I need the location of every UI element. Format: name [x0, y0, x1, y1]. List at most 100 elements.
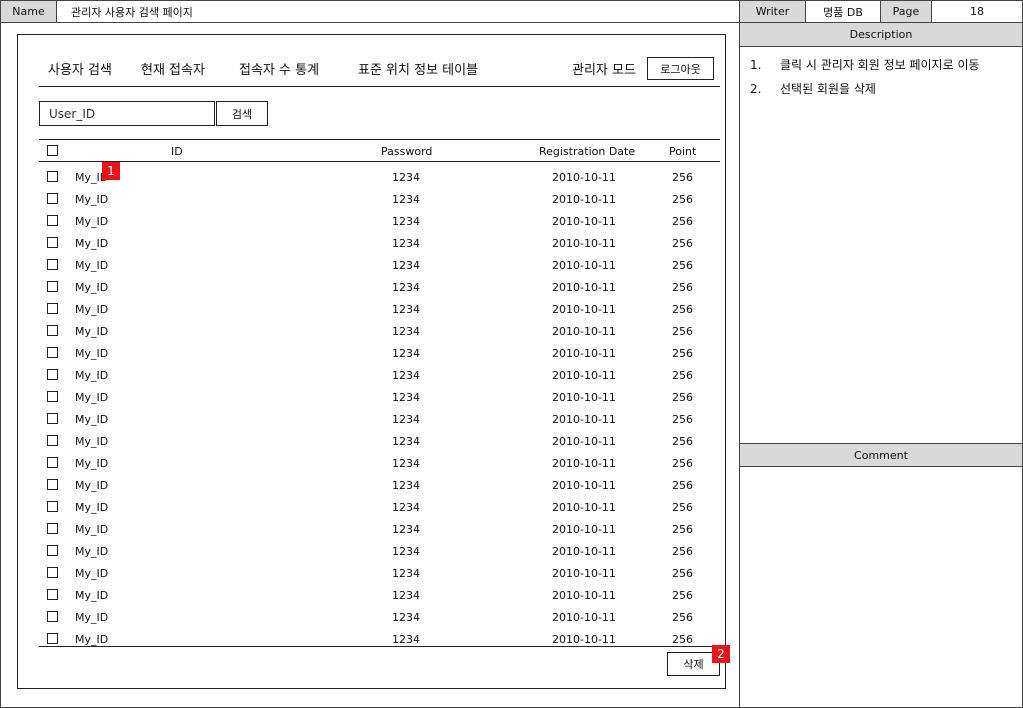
row-checkbox[interactable]	[47, 237, 58, 248]
row-checkbox[interactable]	[47, 435, 58, 446]
row-checkbox[interactable]	[47, 259, 58, 270]
search-input[interactable]: User_ID	[39, 101, 215, 126]
row-checkbox[interactable]	[47, 457, 58, 468]
page-label: Page	[880, 0, 932, 23]
cell-point: 256	[672, 479, 693, 492]
cell-password: 1234	[392, 435, 420, 448]
row-checkbox[interactable]	[47, 391, 58, 402]
row-checkbox[interactable]	[47, 347, 58, 358]
table-row: My_ID 1234 2010-10-11 256	[0, 210, 740, 232]
annotation-marker-1: 1	[102, 162, 120, 180]
cell-password: 1234	[392, 347, 420, 360]
table-row: My_ID 1234 2010-10-11 256	[0, 386, 740, 408]
nav-user-search[interactable]: 사용자 검색	[48, 59, 112, 78]
cell-password: 1234	[392, 633, 420, 646]
cell-registration-date: 2010-10-11	[552, 391, 616, 404]
row-checkbox[interactable]	[47, 215, 58, 226]
cell-password: 1234	[392, 303, 420, 316]
description-item-text: 클릭 시 관리자 회원 정보 페이지로 이동	[780, 58, 980, 72]
cell-registration-date: 2010-10-11	[552, 369, 616, 382]
description-title: Description	[849, 28, 913, 41]
cell-id[interactable]: My_ID	[75, 501, 108, 514]
row-checkbox[interactable]	[47, 501, 58, 512]
cell-id[interactable]: My_ID	[75, 523, 108, 536]
nav-location-table[interactable]: 표준 위치 정보 테이블	[358, 59, 478, 78]
cell-point: 256	[672, 281, 693, 294]
cell-id[interactable]: My_ID	[75, 325, 108, 338]
cell-id[interactable]: My_ID	[75, 369, 108, 382]
cell-id[interactable]: My_ID	[75, 237, 108, 250]
search-button[interactable]: 검색	[216, 101, 268, 126]
cell-registration-date: 2010-10-11	[552, 281, 616, 294]
cell-registration-date: 2010-10-11	[552, 237, 616, 250]
cell-id[interactable]: My_ID	[75, 347, 108, 360]
row-checkbox[interactable]	[47, 171, 58, 182]
row-checkbox[interactable]	[47, 193, 58, 204]
table-row: My_ID 1234 2010-10-11 256	[0, 320, 740, 342]
cell-point: 256	[672, 413, 693, 426]
cell-id[interactable]: My_ID	[75, 545, 108, 558]
nav-current-users[interactable]: 현재 접속자	[141, 59, 205, 78]
cell-point: 256	[672, 303, 693, 316]
cell-id[interactable]: My_ID	[75, 611, 108, 624]
cell-point: 256	[672, 523, 693, 536]
cell-password: 1234	[392, 215, 420, 228]
table-row: My_ID 1234 2010-10-11 256	[0, 188, 740, 210]
writer-label: Writer	[739, 0, 806, 23]
cell-registration-date: 2010-10-11	[552, 193, 616, 206]
table-row: My_ID 1234 2010-10-11 256	[0, 408, 740, 430]
cell-password: 1234	[392, 545, 420, 558]
select-all-checkbox[interactable]	[47, 145, 58, 156]
cell-password: 1234	[392, 325, 420, 338]
table-row: My_ID 1234 2010-10-11 256	[0, 342, 740, 364]
row-checkbox[interactable]	[47, 413, 58, 424]
cell-point: 256	[672, 457, 693, 470]
cell-id[interactable]: My_ID	[75, 435, 108, 448]
cell-id[interactable]: My_ID	[75, 391, 108, 404]
table-row: My_ID 1234 2010-10-11 256	[0, 518, 740, 540]
cell-registration-date: 2010-10-11	[552, 215, 616, 228]
cell-registration-date: 2010-10-11	[552, 501, 616, 514]
row-checkbox[interactable]	[47, 479, 58, 490]
table-row: My_ID 1234 2010-10-11 256	[0, 452, 740, 474]
cell-password: 1234	[392, 193, 420, 206]
cell-id[interactable]: My_ID	[75, 567, 108, 580]
row-checkbox[interactable]	[47, 611, 58, 622]
row-checkbox[interactable]	[47, 325, 58, 336]
table-row: My_ID 1234 2010-10-11 256	[0, 364, 740, 386]
logout-button[interactable]: 로그아웃	[647, 57, 714, 80]
cell-registration-date: 2010-10-11	[552, 413, 616, 426]
cell-password: 1234	[392, 501, 420, 514]
cell-id[interactable]: My_ID	[75, 193, 108, 206]
cell-id[interactable]: My_ID	[75, 457, 108, 470]
cell-point: 256	[672, 193, 693, 206]
search-button-label: 검색	[231, 107, 253, 121]
row-checkbox[interactable]	[47, 369, 58, 380]
cell-point: 256	[672, 567, 693, 580]
table-row: My_ID 1234 2010-10-11 256	[0, 584, 740, 606]
delete-button-label: 삭제	[683, 658, 704, 671]
row-checkbox[interactable]	[47, 303, 58, 314]
cell-id[interactable]: My_ID	[75, 281, 108, 294]
cell-point: 256	[672, 347, 693, 360]
nav-user-stats[interactable]: 접속자 수 통계	[239, 59, 319, 78]
description-item: 2. 선택된 회원을 삭제	[750, 81, 1012, 97]
row-checkbox[interactable]	[47, 633, 58, 644]
cell-point: 256	[672, 611, 693, 624]
cell-id[interactable]: My_ID	[75, 479, 108, 492]
row-checkbox[interactable]	[47, 545, 58, 556]
row-checkbox[interactable]	[47, 523, 58, 534]
cell-password: 1234	[392, 281, 420, 294]
cell-id[interactable]: My_ID	[75, 303, 108, 316]
cell-id[interactable]: My_ID	[75, 413, 108, 426]
row-checkbox[interactable]	[47, 589, 58, 600]
cell-point: 256	[672, 325, 693, 338]
cell-point: 256	[672, 501, 693, 514]
row-checkbox[interactable]	[47, 281, 58, 292]
cell-id[interactable]: My_ID	[75, 215, 108, 228]
cell-id[interactable]: My_ID	[75, 589, 108, 602]
cell-id[interactable]: My_ID	[75, 259, 108, 272]
row-checkbox[interactable]	[47, 567, 58, 578]
cell-registration-date: 2010-10-11	[552, 479, 616, 492]
cell-id[interactable]: My_ID	[75, 633, 108, 646]
